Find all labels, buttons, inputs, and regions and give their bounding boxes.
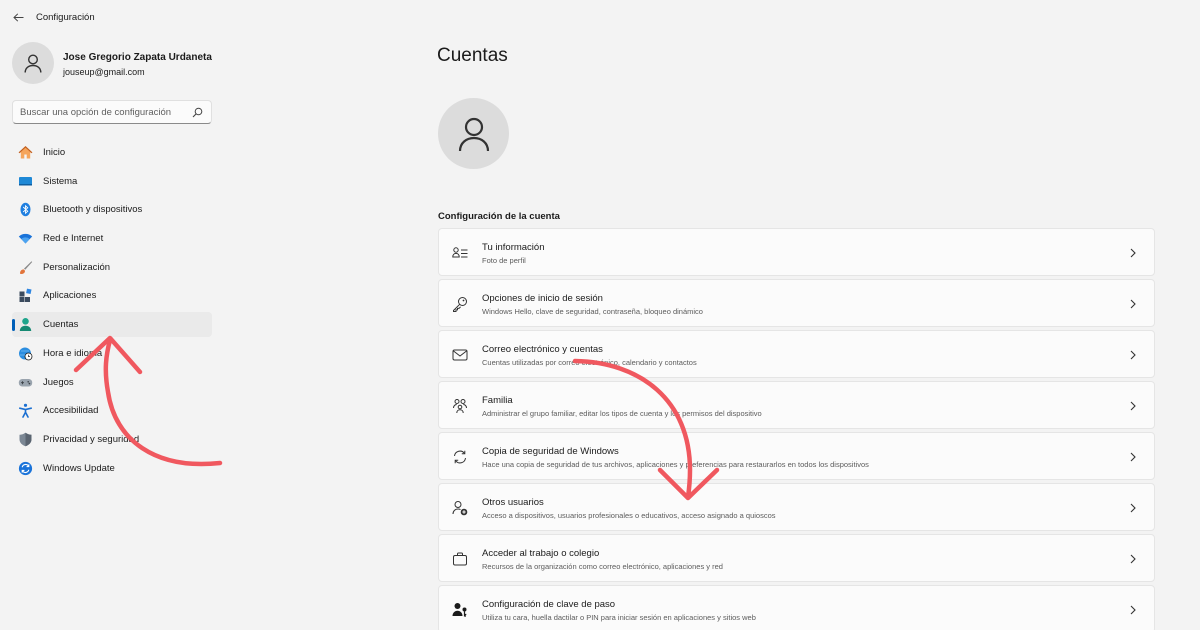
chevron-right-icon — [1128, 553, 1138, 565]
selection-indicator — [12, 319, 15, 332]
sidebar-item-label: Juegos — [43, 376, 74, 388]
home-icon — [18, 145, 33, 160]
section-title: Configuración de la cuenta — [438, 211, 560, 222]
person-key-icon — [452, 602, 468, 618]
wifi-icon — [18, 231, 33, 246]
bluetooth-icon — [18, 202, 33, 217]
sidebar-item-sistema[interactable]: Sistema — [12, 169, 212, 194]
globe-clock-icon — [18, 346, 33, 361]
settings-card-otros-usuarios[interactable]: Otros usuarios Acceso a dispositivos, us… — [438, 483, 1155, 531]
card-title: Acceder al trabajo o colegio — [482, 548, 600, 559]
app-title: Configuración — [36, 12, 95, 23]
gamepad-icon — [18, 375, 33, 390]
sidebar-item-label: Cuentas — [43, 319, 79, 331]
sidebar-item-label: Hora e idioma — [43, 347, 103, 359]
sidebar-item-label: Bluetooth y dispositivos — [43, 204, 143, 216]
settings-card-opciones-inicio-sesion[interactable]: Opciones de inicio de sesión Windows Hel… — [438, 279, 1155, 327]
card-title: Opciones de inicio de sesión — [482, 293, 603, 304]
settings-card-clave-paso[interactable]: Configuración de clave de paso Utiliza t… — [438, 585, 1155, 630]
back-button[interactable] — [8, 7, 28, 27]
settings-card-copia-seguridad[interactable]: Copia de seguridad de Windows Hace una c… — [438, 432, 1155, 480]
sidebar-item-label: Inicio — [43, 147, 66, 158]
sidebar: Jose Gregorio Zapata Urdaneta jouseup@gm… — [0, 34, 230, 630]
settings-list: Tu información Foto de perfil Opciones d… — [438, 228, 1155, 630]
main-content: Cuentas Configuración de la cuenta Tu in… — [437, 34, 1155, 630]
settings-card-correo[interactable]: Correo electrónico y cuentas Cuentas uti… — [438, 330, 1155, 378]
card-subtitle: Cuentas utilizadas por correo electrónic… — [482, 358, 697, 367]
sidebar-item-personalizacion[interactable]: Personalización — [12, 255, 212, 280]
search-placeholder: Buscar una opción de configuración — [20, 107, 172, 118]
card-subtitle: Recursos de la organización como correo … — [482, 562, 723, 571]
sidebar-item-juegos[interactable]: Juegos — [12, 370, 212, 395]
person-icon — [458, 117, 489, 151]
shield-icon — [18, 432, 33, 447]
card-subtitle: Windows Hello, clave de seguridad, contr… — [482, 307, 703, 316]
card-subtitle: Hace una copia de seguridad de tus archi… — [482, 460, 869, 469]
system-icon — [18, 174, 33, 189]
person-info-icon — [452, 245, 468, 261]
apps-icon — [18, 288, 33, 303]
sidebar-item-windows-update[interactable]: Windows Update — [12, 456, 212, 481]
chevron-right-icon — [1128, 502, 1138, 514]
key-icon — [452, 296, 468, 312]
sidebar-item-aplicaciones[interactable]: Aplicaciones — [12, 283, 212, 308]
sidebar-item-bluetooth[interactable]: Bluetooth y dispositivos — [12, 197, 212, 222]
chevron-right-icon — [1128, 298, 1138, 310]
sidebar-item-hora[interactable]: Hora e idioma — [12, 341, 212, 366]
card-title: Tu información — [482, 242, 545, 253]
settings-card-familia[interactable]: Familia Administrar el grupo familiar, e… — [438, 381, 1155, 429]
brush-icon — [18, 260, 33, 275]
search-input[interactable]: Buscar una opción de configuración — [12, 100, 212, 124]
avatar[interactable] — [12, 42, 54, 84]
card-subtitle: Utiliza tu cara, huella dactilar o PIN p… — [482, 613, 756, 622]
sidebar-item-label: Accesibilidad — [43, 405, 99, 417]
sidebar-item-inicio[interactable]: Inicio — [12, 140, 212, 165]
chevron-right-icon — [1128, 400, 1138, 412]
back-arrow-icon — [12, 12, 23, 22]
chevron-right-icon — [1128, 604, 1138, 616]
page-title: Cuentas — [437, 45, 508, 66]
card-subtitle: Foto de perfil — [482, 256, 526, 265]
user-profile[interactable]: Jose Gregorio Zapata Urdaneta jouseup@gm… — [12, 42, 222, 84]
card-title: Copia de seguridad de Windows — [482, 446, 619, 457]
person-icon — [24, 54, 42, 73]
sidebar-item-cuentas[interactable]: Cuentas — [12, 312, 212, 338]
chevron-right-icon — [1128, 451, 1138, 463]
chevron-right-icon — [1128, 349, 1138, 361]
sidebar-item-label: Privacidad y seguridad — [43, 433, 140, 445]
accessibility-icon — [18, 403, 33, 418]
sidebar-item-label: Aplicaciones — [43, 290, 97, 302]
card-title: Familia — [482, 395, 513, 406]
sidebar-item-privacidad[interactable]: Privacidad y seguridad — [12, 427, 212, 452]
card-title: Correo electrónico y cuentas — [482, 344, 603, 355]
sidebar-item-label: Windows Update — [43, 462, 115, 474]
card-title: Configuración de clave de paso — [482, 599, 616, 610]
sidebar-nav: Inicio Sistema Bluetooth y dispositivos … — [12, 140, 212, 484]
profile-email: jouseup@gmail.com — [63, 67, 145, 77]
chevron-right-icon — [1128, 247, 1138, 259]
update-icon — [18, 461, 33, 476]
title-bar: Configuración — [0, 0, 1200, 34]
sidebar-item-label: Sistema — [43, 175, 78, 187]
profile-name: Jose Gregorio Zapata Urdaneta — [63, 52, 212, 63]
sidebar-item-accesibilidad[interactable]: Accesibilidad — [12, 398, 212, 423]
family-icon — [452, 398, 468, 414]
sidebar-item-label: Red e Internet — [43, 233, 104, 245]
card-subtitle: Administrar el grupo familiar, editar lo… — [482, 409, 762, 418]
briefcase-icon — [452, 551, 468, 567]
card-title: Otros usuarios — [482, 497, 544, 508]
account-icon — [18, 317, 33, 332]
settings-card-trabajo-colegio[interactable]: Acceder al trabajo o colegio Recursos de… — [438, 534, 1155, 582]
sidebar-item-label: Personalización — [43, 261, 111, 273]
sync-icon — [452, 449, 468, 465]
sidebar-item-red[interactable]: Red e Internet — [12, 226, 212, 251]
settings-card-tu-informacion[interactable]: Tu información Foto de perfil — [438, 228, 1155, 276]
search-icon — [192, 107, 203, 118]
mail-icon — [452, 347, 468, 363]
card-subtitle: Acceso a dispositivos, usuarios profesio… — [482, 511, 776, 520]
add-person-icon — [452, 500, 468, 516]
account-avatar[interactable] — [438, 98, 509, 169]
